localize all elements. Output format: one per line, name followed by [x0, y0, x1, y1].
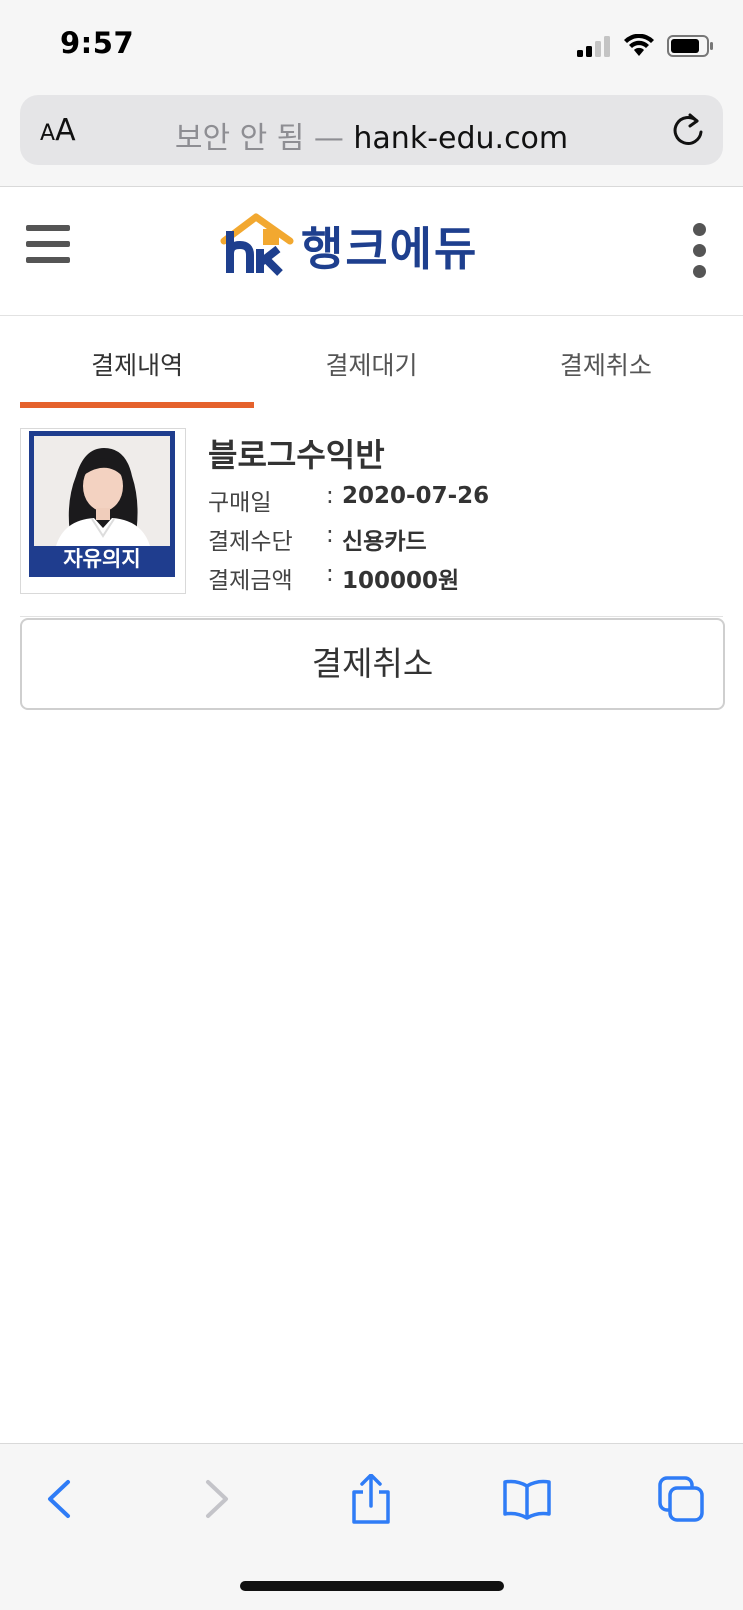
purchase-date-label: 구매일	[208, 490, 272, 516]
status-time: 9:57	[60, 26, 135, 60]
tab-payment-history[interactable]: 결제내역	[20, 316, 255, 408]
payment-amount-row: 결제금액 : 100000원	[208, 561, 460, 594]
url-text[interactable]: 보안 안 됨 — hank-edu.com	[20, 113, 723, 157]
purchase-date-value: 2020-07-26	[342, 483, 490, 509]
instructor-portrait-icon	[34, 436, 170, 546]
share-icon[interactable]	[346, 1474, 396, 1524]
tab-payment-cancelled[interactable]: 결제취소	[489, 316, 723, 408]
more-options-icon[interactable]	[693, 223, 707, 286]
security-label: 보안 안 됨 —	[174, 121, 344, 156]
purchase-date-row: 구매일 : 2020-07-26	[208, 483, 490, 516]
reload-icon[interactable]	[669, 111, 707, 149]
bookmarks-icon[interactable]	[502, 1474, 552, 1524]
order-item: 자유의지 블로그수익반 구매일 : 2020-07-26 결제수단 : 신용카드…	[20, 428, 723, 617]
payment-method-row: 결제수단 : 신용카드	[208, 522, 427, 555]
logo-text: 행크에듀	[301, 222, 479, 276]
cancel-payment-button[interactable]: 결제취소	[20, 618, 725, 710]
course-thumbnail[interactable]: 자유의지	[20, 428, 186, 594]
status-icons	[577, 34, 715, 58]
cellular-signal-icon	[577, 36, 610, 57]
forward-icon[interactable]	[190, 1474, 240, 1524]
payment-method-label: 결제수단	[208, 529, 293, 555]
browser-address-bar: AA 보안 안 됨 — hank-edu.com	[0, 90, 743, 187]
battery-icon	[667, 35, 713, 57]
url-field[interactable]: AA 보안 안 됨 — hank-edu.com	[20, 95, 723, 165]
site-logo[interactable]: 행크에듀	[220, 211, 480, 281]
tab-payment-pending[interactable]: 결제대기	[254, 316, 488, 408]
status-bar: 9:57	[0, 0, 743, 90]
payment-tabs: 결제내역 결제대기 결제취소	[20, 316, 723, 408]
site-header: 행크에듀	[0, 187, 743, 316]
domain-label: hank-edu.com	[353, 121, 569, 156]
thumbnail-caption: 자유의지	[63, 547, 141, 571]
home-indicator	[240, 1581, 504, 1591]
tabs-icon[interactable]	[656, 1474, 706, 1524]
instructor-photo	[34, 436, 170, 546]
course-title[interactable]: 블로그수익반	[208, 430, 385, 476]
payment-amount-label: 결제금액	[208, 568, 293, 594]
payment-method-value: 신용카드	[342, 529, 427, 555]
wifi-icon	[624, 34, 654, 56]
back-icon[interactable]	[36, 1474, 86, 1524]
payment-amount-value: 100000원	[342, 568, 460, 594]
hk-house-logo-icon	[220, 213, 294, 276]
hamburger-menu-icon[interactable]	[26, 225, 70, 265]
